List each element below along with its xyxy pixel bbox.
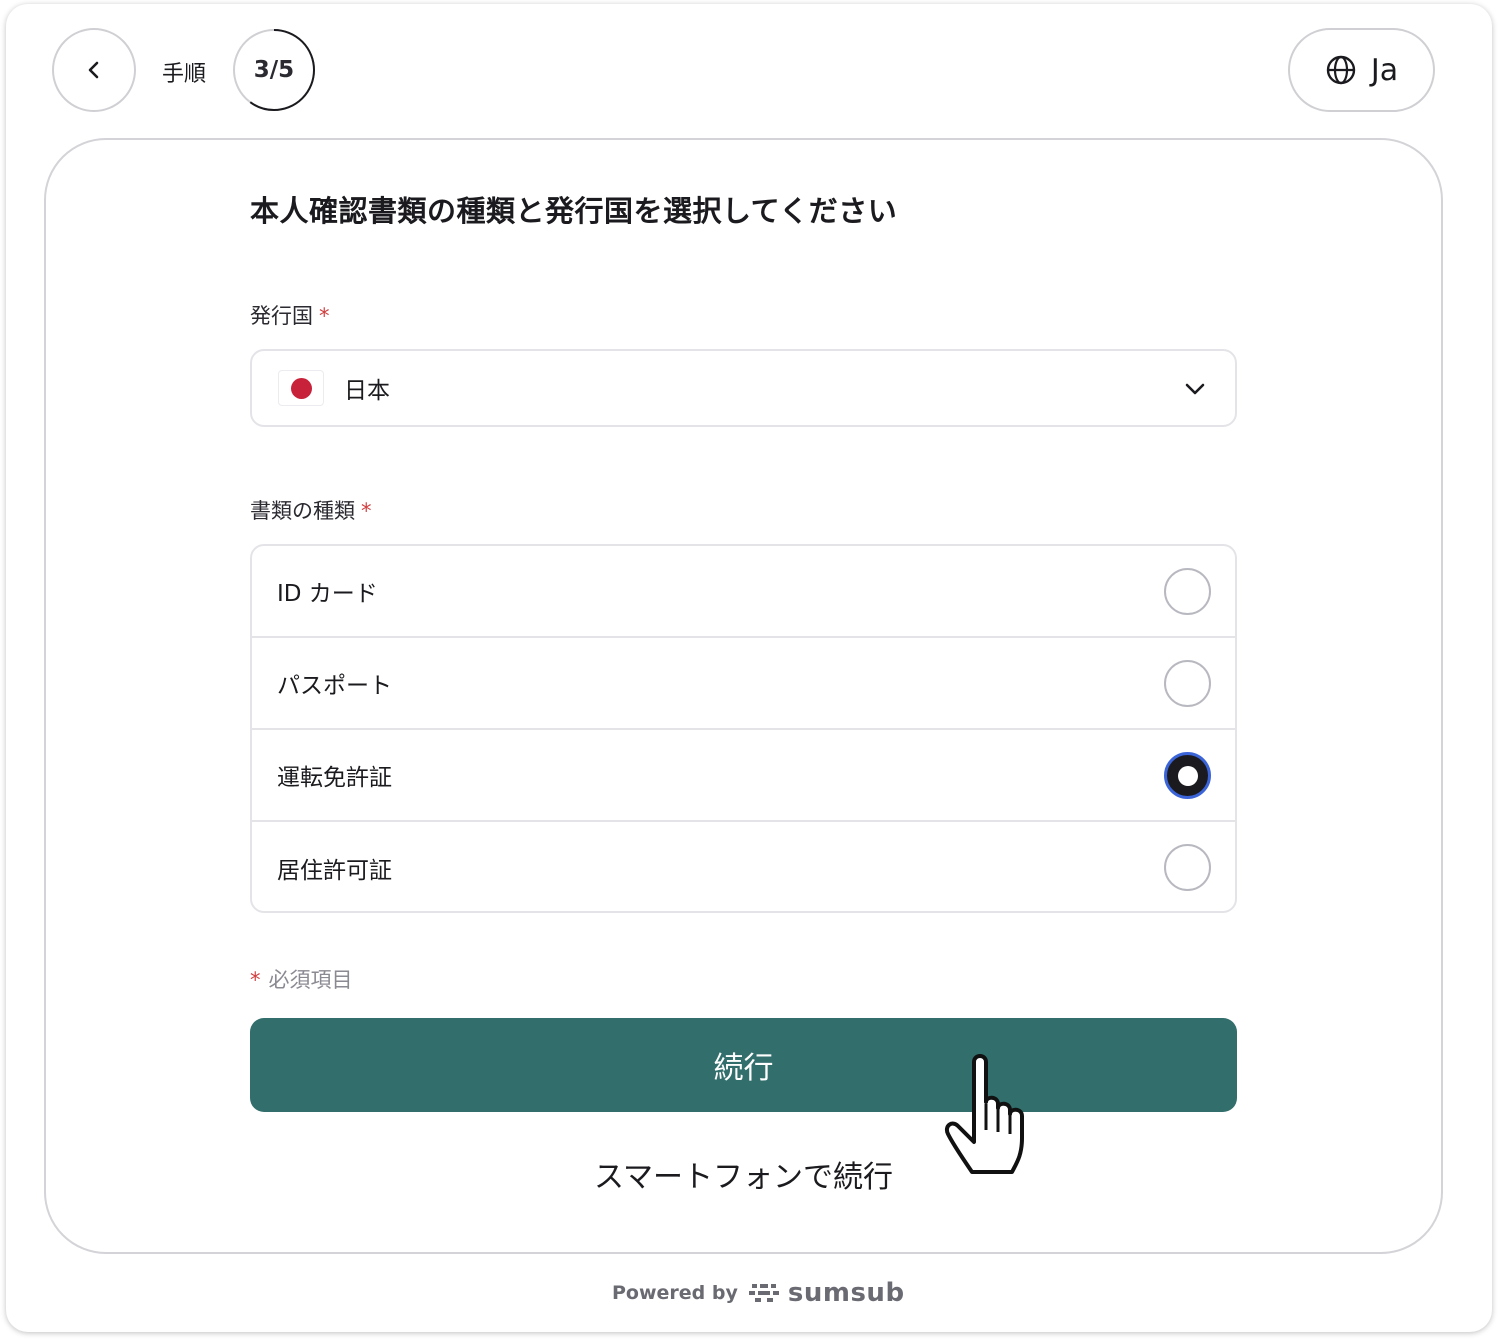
powered-by-text: Powered by xyxy=(612,1282,738,1304)
document-option-label: ID カード xyxy=(277,581,378,607)
country-label-text: 発行国 xyxy=(250,304,313,328)
required-note-text: 必須項目 xyxy=(268,968,353,992)
document-label-text: 書類の種類 xyxy=(250,499,355,523)
country-select[interactable]: 日本 xyxy=(250,349,1237,427)
required-asterisk: * xyxy=(250,968,261,992)
required-asterisk: * xyxy=(319,304,330,328)
step-label: 手順 xyxy=(162,62,207,87)
hand-pointer-cursor-icon xyxy=(945,1054,1024,1174)
document-option-label: パスポート xyxy=(277,673,392,699)
country-field-label: 発行国 * xyxy=(250,300,330,330)
page-title: 本人確認書類の種類と発行国を選択してください xyxy=(250,194,898,228)
language-button[interactable]: Ja xyxy=(1288,28,1435,112)
step-progress-ring: 3/5 xyxy=(232,28,316,112)
document-option-passport[interactable]: パスポート xyxy=(252,638,1235,730)
chevron-down-icon xyxy=(1185,383,1205,395)
document-option-residence-permit[interactable]: 居住許可証 xyxy=(252,822,1235,911)
radio-button[interactable] xyxy=(1164,568,1211,615)
continue-button[interactable]: 続行 xyxy=(250,1018,1237,1112)
chevron-left-icon xyxy=(88,61,99,79)
document-option-id-card[interactable]: ID カード xyxy=(252,546,1235,638)
required-note: * 必須項目 xyxy=(250,964,353,994)
document-type-list: ID カード パスポート 運転免許証 居住許可証 xyxy=(250,544,1237,913)
document-option-drivers-license[interactable]: 運転免許証 xyxy=(252,730,1235,822)
radio-button[interactable] xyxy=(1164,752,1211,799)
globe-icon xyxy=(1326,55,1356,85)
radio-button[interactable] xyxy=(1164,844,1211,891)
back-button[interactable] xyxy=(52,28,136,112)
step-count: 3/5 xyxy=(253,57,295,83)
document-option-label: 居住許可証 xyxy=(277,858,392,884)
powered-by-footer: Powered by sumsub xyxy=(612,1276,905,1310)
document-field-label: 書類の種類 * xyxy=(250,495,372,525)
radio-button[interactable] xyxy=(1164,660,1211,707)
continue-button-label: 続行 xyxy=(713,1051,774,1086)
brand-name: sumsub xyxy=(787,1278,905,1308)
japan-flag-icon xyxy=(278,370,324,406)
sumsub-logo-icon xyxy=(748,1284,779,1302)
flag-circle xyxy=(290,377,312,399)
required-asterisk: * xyxy=(361,499,372,523)
continue-on-phone-link[interactable]: スマートフォンで続行 xyxy=(250,1152,1237,1196)
document-option-label: 運転免許証 xyxy=(277,765,392,791)
country-value: 日本 xyxy=(344,378,390,404)
language-code: Ja xyxy=(1370,52,1399,88)
